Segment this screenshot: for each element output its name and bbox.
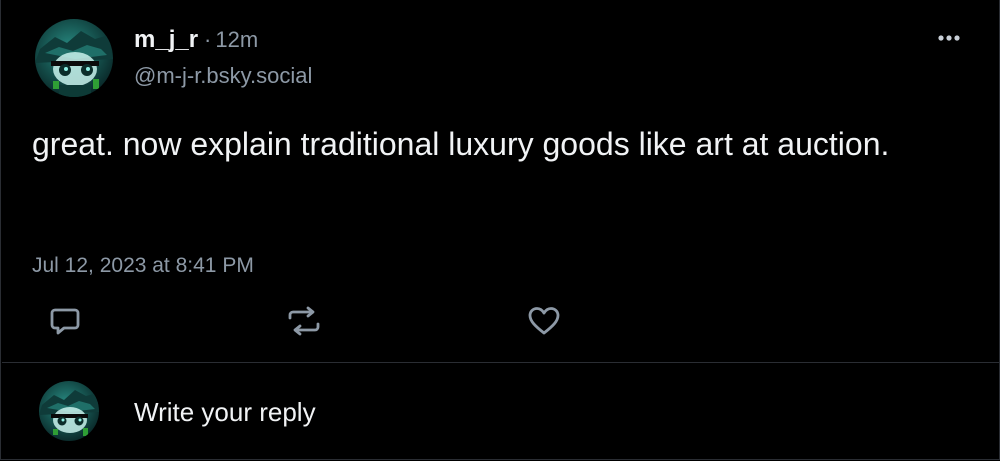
repost-button[interactable] (284, 301, 324, 341)
post-text: great. now explain traditional luxury go… (32, 126, 890, 162)
repost-icon (288, 306, 320, 336)
post-timestamp[interactable]: Jul 12, 2023 at 8:41 PM (32, 254, 254, 278)
author-handle[interactable]: @m-j-r.bsky.social (134, 63, 312, 89)
reply-button[interactable] (45, 301, 85, 341)
heart-icon (528, 307, 560, 335)
reply-input[interactable]: Write your reply (134, 397, 316, 428)
post-age[interactable]: 12m (215, 27, 258, 53)
my-avatar[interactable] (39, 381, 99, 441)
more-options-button[interactable] (931, 24, 967, 52)
post-thread: m_j_r · 12m @m-j-r.bsky.social great. no… (0, 0, 1000, 460)
divider (2, 362, 1000, 363)
ellipsis-icon (938, 35, 960, 41)
separator-dot: · (204, 27, 212, 52)
reply-icon (50, 308, 80, 335)
author-name[interactable]: m_j_r (134, 26, 198, 54)
like-button[interactable] (524, 301, 564, 341)
author-row: m_j_r · 12m (134, 26, 258, 60)
author-avatar[interactable] (35, 19, 113, 97)
